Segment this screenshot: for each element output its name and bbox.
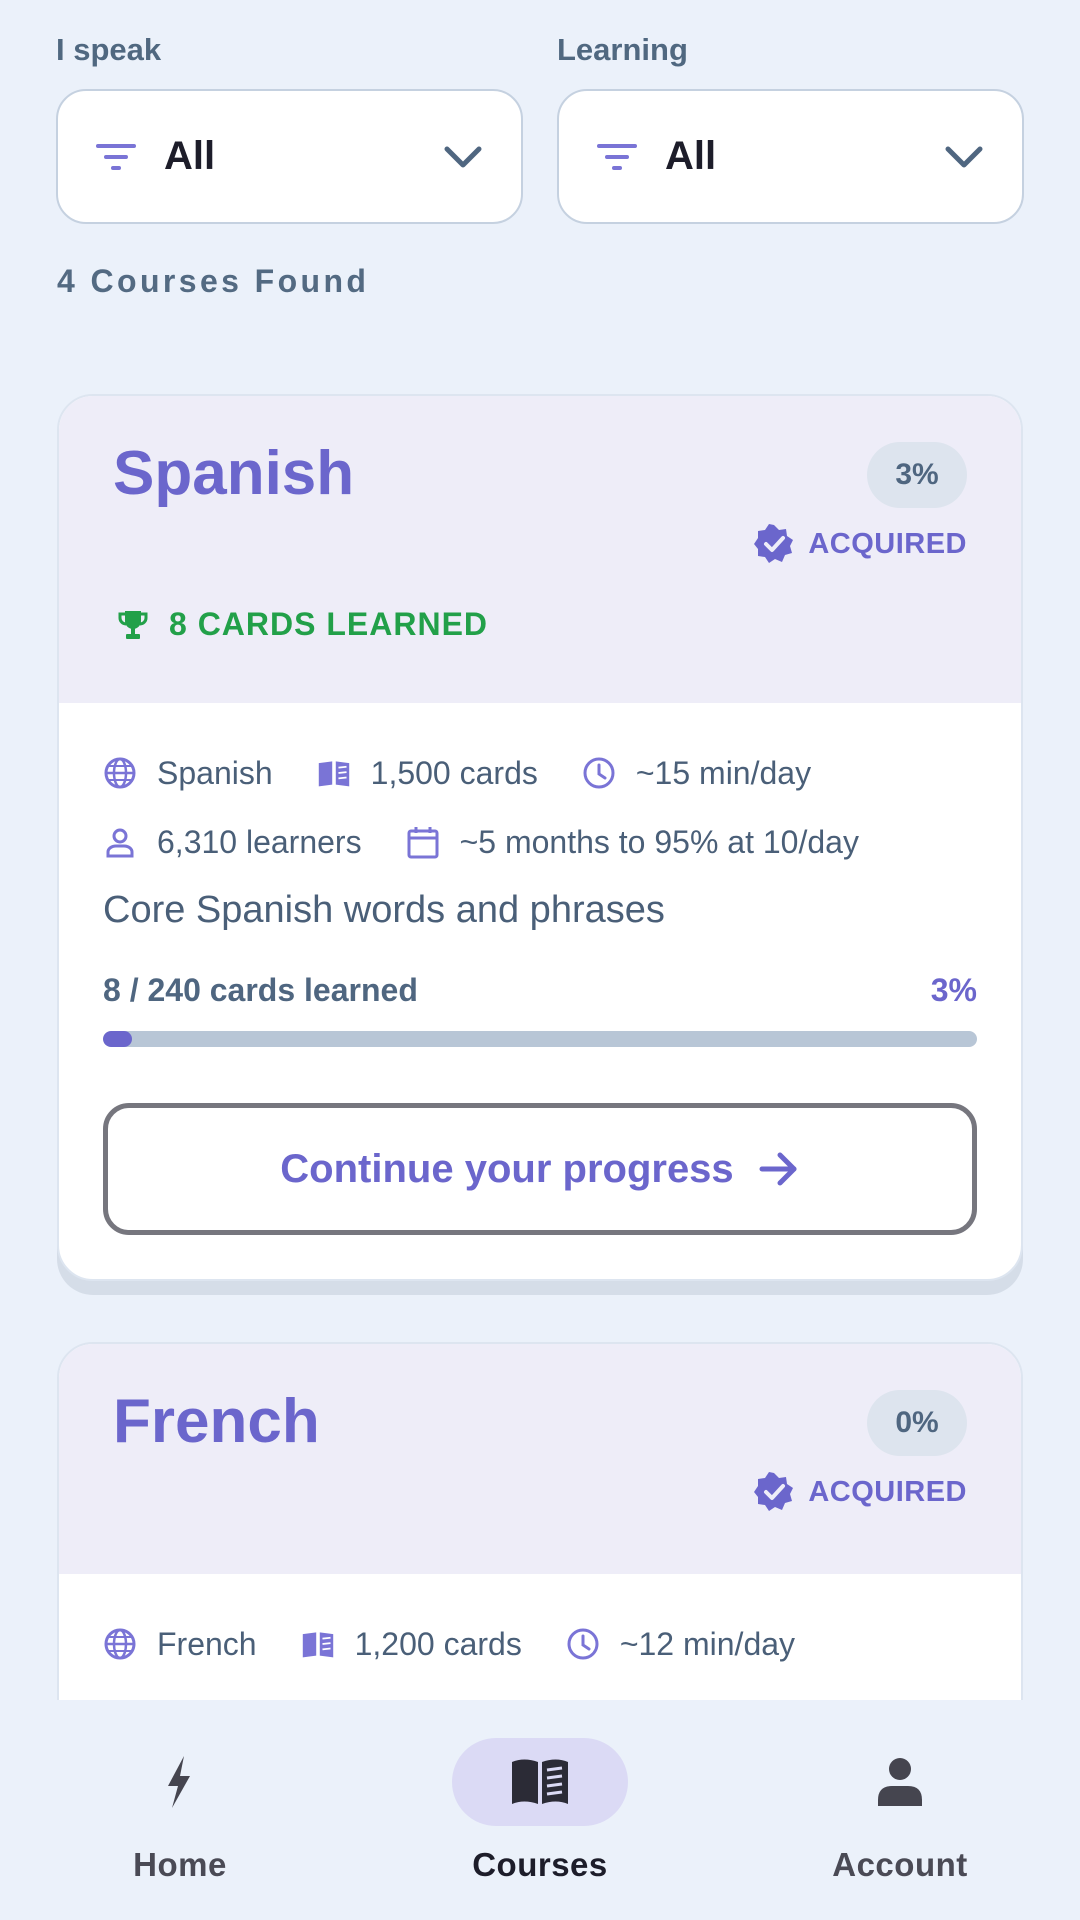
nav-home[interactable]: Home	[30, 1738, 330, 1884]
cards-count-text: 1,500 cards	[370, 754, 538, 791]
meta-cards: 1,200 cards	[301, 1626, 522, 1663]
course-title: French	[113, 1387, 320, 1456]
globe-icon	[104, 757, 136, 789]
nav-home-label: Home	[133, 1846, 227, 1883]
acquired-status: ACQUIRED	[754, 524, 967, 564]
language-text: Spanish	[157, 754, 273, 791]
person-icon	[878, 1758, 922, 1806]
course-card-spanish[interactable]: Spanish 3% ACQUIRED 8 CARDS LEARNED Span…	[57, 394, 1023, 1281]
chevron-down-icon	[945, 146, 983, 167]
course-list[interactable]: Spanish 3% ACQUIRED 8 CARDS LEARNED Span…	[0, 380, 1080, 1700]
time-per-day-text: ~12 min/day	[619, 1625, 796, 1662]
course-title: Spanish	[113, 439, 355, 508]
clock-icon	[583, 757, 615, 789]
nav-courses[interactable]: Courses	[390, 1738, 690, 1884]
nav-courses-label: Courses	[472, 1846, 608, 1883]
time-per-day-text: ~15 min/day	[635, 754, 812, 791]
course-card-body: Spanish 1,500 cards ~15 min/day 6,310 le…	[59, 703, 1021, 1279]
calendar-icon	[407, 827, 439, 859]
cards-learned-badge: 8 CARDS LEARNED	[117, 606, 488, 643]
bottom-nav: Home Courses Account	[0, 1700, 1080, 1920]
nav-home-pill	[92, 1738, 268, 1826]
course-card-header: Spanish 3% ACQUIRED 8 CARDS LEARNED	[59, 396, 1021, 703]
eta-text: ~5 months to 95% at 10/day	[459, 823, 859, 860]
percent-badge: 3%	[867, 442, 967, 508]
arrow-right-icon	[759, 1152, 797, 1186]
progress-row: 8 / 240 cards learned 3%	[103, 972, 977, 1009]
speak-select-value: All	[164, 134, 216, 178]
meta-time: ~15 min/day	[582, 755, 811, 792]
acquired-status: ACQUIRED	[754, 1472, 967, 1512]
course-card-french[interactable]: French 0% ACQUIRED French 1,200 cards ~1…	[57, 1342, 1023, 1700]
acquired-label: ACQUIRED	[808, 1475, 967, 1508]
cards-count-text: 1,200 cards	[354, 1625, 522, 1662]
book-icon	[512, 1759, 568, 1804]
bolt-icon	[168, 1756, 190, 1808]
language-text: French	[157, 1625, 257, 1662]
meta-language: French	[103, 1626, 257, 1663]
speak-language-select[interactable]: All	[56, 89, 523, 224]
learning-filter-label: Learning	[557, 32, 688, 67]
verified-badge-icon	[754, 524, 794, 563]
course-card-body: French 1,200 cards ~12 min/day	[59, 1574, 1021, 1666]
progress-text: 8 / 240 cards learned	[103, 972, 418, 1008]
nav-account-label: Account	[832, 1846, 968, 1883]
meta-time: ~12 min/day	[566, 1626, 795, 1663]
meta-row: 6,310 learners ~5 months to 95% at 10/da…	[103, 820, 977, 864]
globe-icon	[104, 1628, 136, 1660]
meta-cards: 1,500 cards	[317, 755, 538, 792]
learning-select-value: All	[665, 134, 717, 178]
progress-percent: 3%	[930, 972, 977, 1008]
nav-account[interactable]: Account	[750, 1738, 1050, 1884]
trophy-icon	[118, 610, 148, 639]
clock-icon	[567, 1628, 599, 1660]
open-book-icon	[302, 1632, 333, 1658]
learning-language-select[interactable]: All	[557, 89, 1024, 224]
filter-icon	[96, 143, 136, 170]
nav-account-pill	[812, 1738, 988, 1826]
meta-row: Spanish 1,500 cards ~15 min/day	[103, 751, 977, 795]
courses-screen: I speak Learning All All 4 Courses Found…	[0, 0, 1080, 1920]
open-book-icon	[318, 761, 349, 787]
meta-learners: 6,310 learners	[103, 824, 362, 861]
meta-eta: ~5 months to 95% at 10/day	[406, 824, 859, 861]
continue-progress-label: Continue your progress	[280, 1146, 734, 1191]
cards-learned-label: 8 CARDS LEARNED	[169, 606, 489, 642]
results-count: 4 Courses Found	[57, 263, 370, 299]
continue-progress-button[interactable]: Continue your progress	[103, 1103, 977, 1235]
progress-bar-fill	[103, 1031, 132, 1047]
meta-language: Spanish	[103, 755, 273, 792]
person-icon	[106, 828, 134, 858]
percent-badge: 0%	[867, 1390, 967, 1456]
verified-badge-icon	[754, 1472, 794, 1511]
speak-filter-label: I speak	[56, 32, 162, 67]
learners-text: 6,310 learners	[157, 823, 362, 860]
chevron-down-icon	[444, 146, 482, 167]
meta-row: French 1,200 cards ~12 min/day	[103, 1622, 977, 1666]
progress-bar	[103, 1031, 977, 1047]
course-description: Core Spanish words and phrases	[103, 889, 665, 931]
filter-icon	[597, 143, 637, 170]
acquired-label: ACQUIRED	[808, 527, 967, 560]
nav-courses-pill	[452, 1738, 628, 1826]
course-card-header: French 0% ACQUIRED	[59, 1344, 1021, 1574]
